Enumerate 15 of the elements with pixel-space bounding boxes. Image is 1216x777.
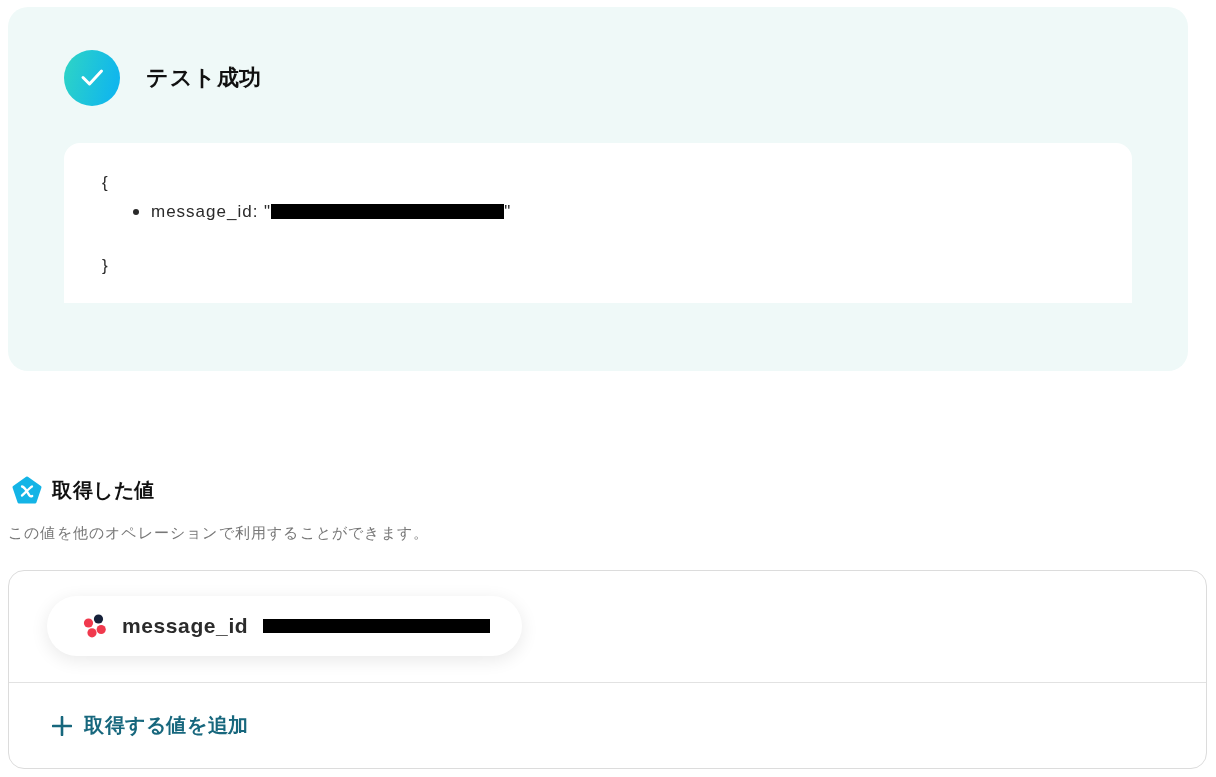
section-title: 取得した値 xyxy=(52,477,155,503)
close-brace: } xyxy=(102,255,108,277)
add-value-button[interactable]: 取得する値を追加 xyxy=(52,712,249,739)
value-name: message_id xyxy=(122,614,249,638)
closing-quote: " xyxy=(504,201,511,222)
bullet-icon xyxy=(133,208,139,215)
open-brace: { xyxy=(102,172,108,194)
plus-icon xyxy=(52,715,72,736)
result-title: テスト成功 xyxy=(146,64,262,92)
value-chip[interactable]: message_id xyxy=(47,596,523,656)
output-key-text: message_id: " xyxy=(151,201,272,222)
check-circle-icon xyxy=(64,50,120,106)
pentagon-x-icon xyxy=(12,476,42,504)
section-description: この値を他のオペレーションで利用することができます。 xyxy=(8,523,430,543)
dots-icon xyxy=(82,614,106,638)
